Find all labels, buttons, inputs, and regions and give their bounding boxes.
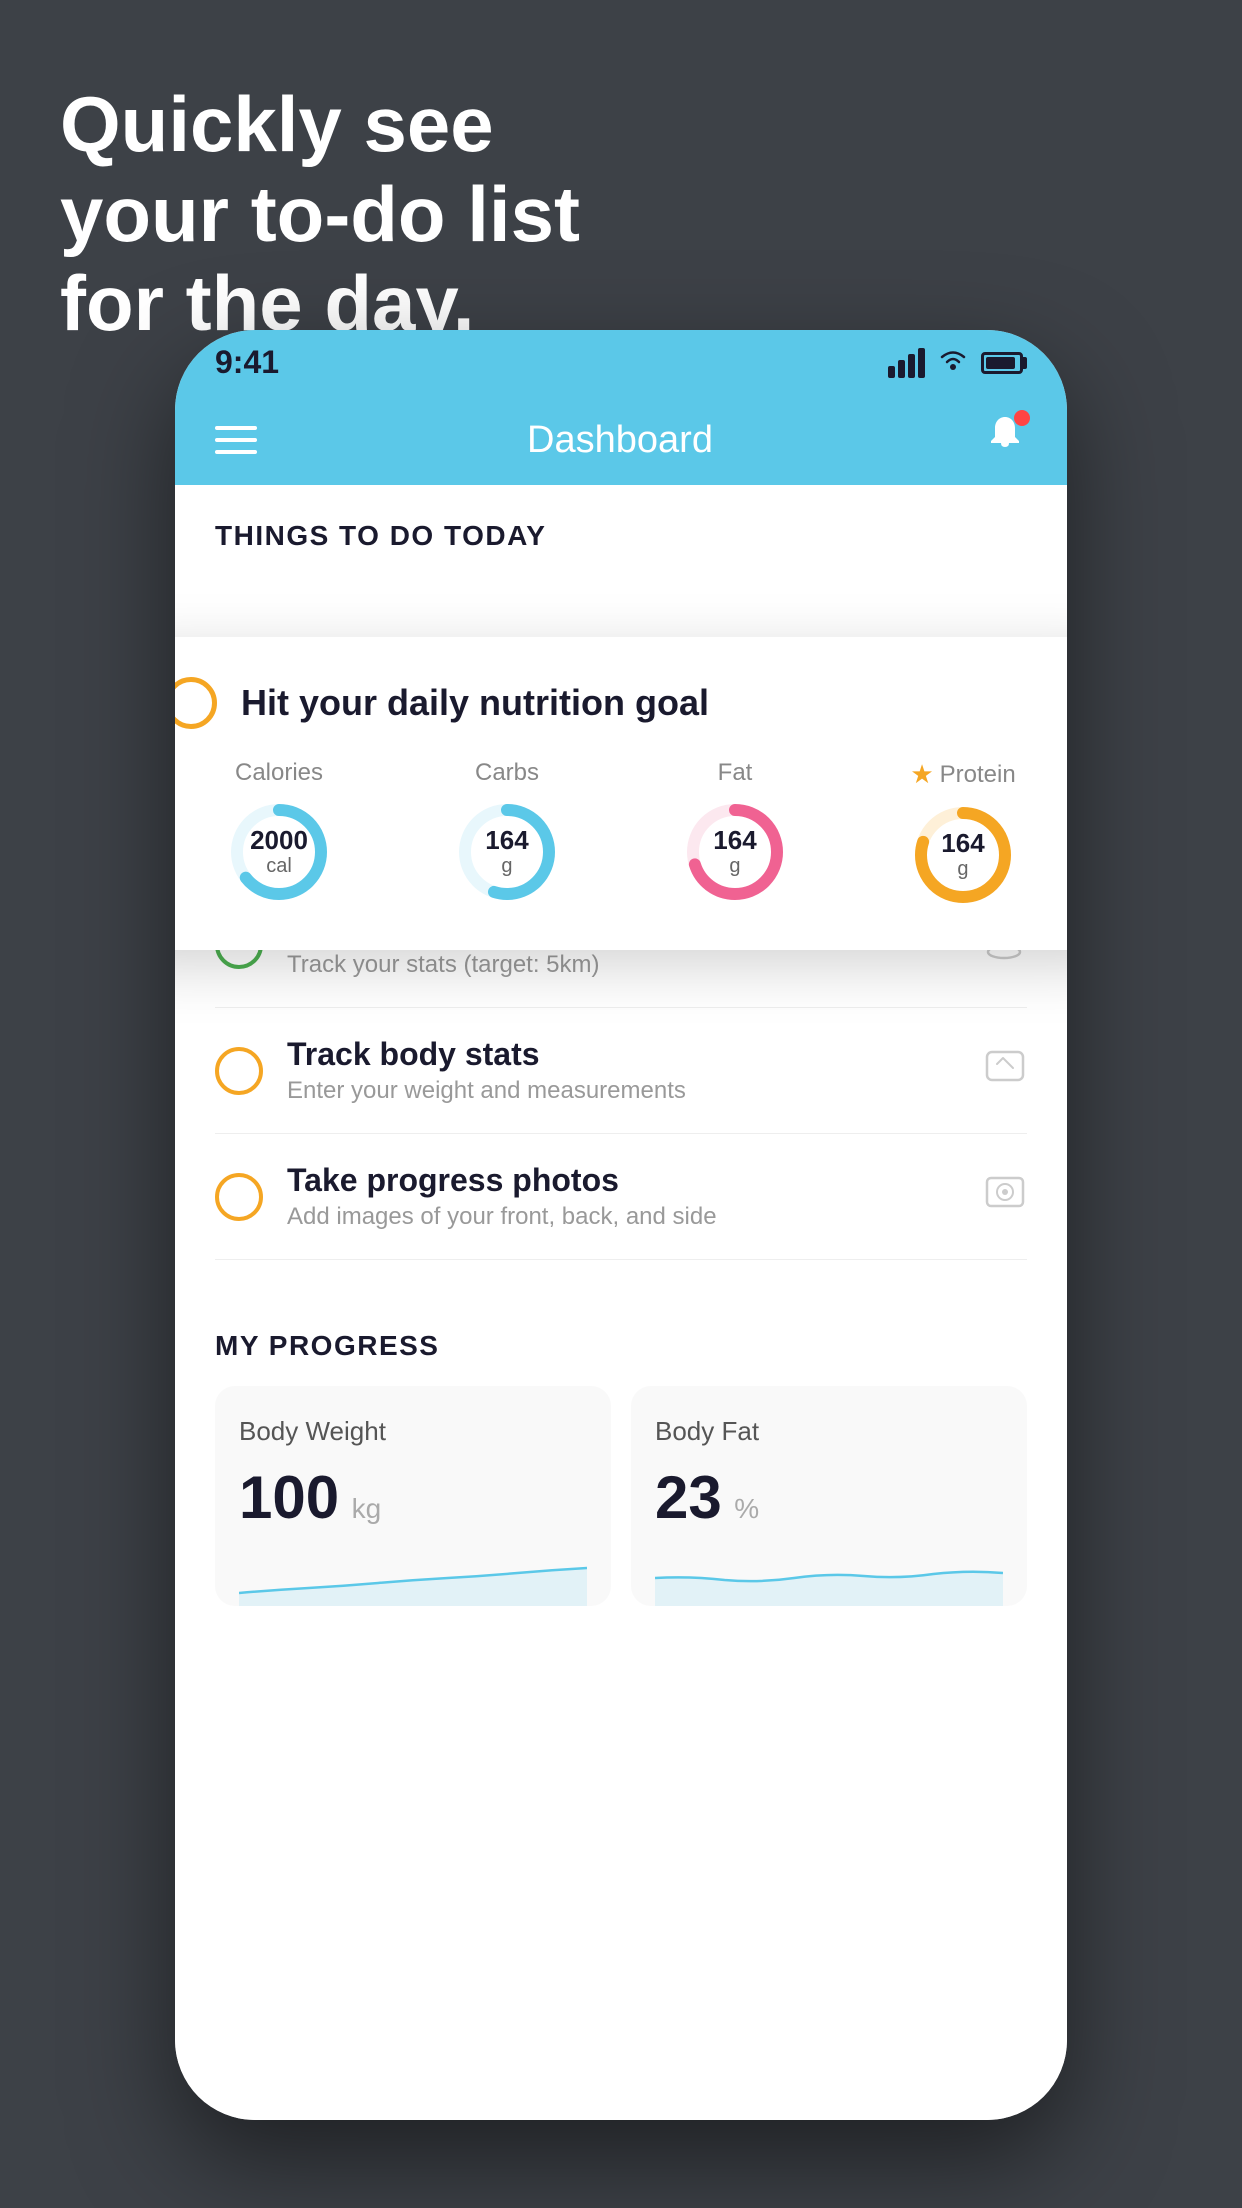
calories-value: 2000 [250,826,308,855]
scale-icon [983,1044,1027,1097]
hamburger-menu[interactable] [215,426,257,454]
protein-label: Protein [940,761,1016,789]
phone-content: THINGS TO DO TODAY Hit your daily nutrit… [175,485,1067,2120]
todo-body-stats[interactable]: Track body stats Enter your weight and m… [215,1008,1027,1134]
progress-photos-title: Take progress photos [287,1162,959,1199]
progress-section: MY PROGRESS Body Weight 100 kg [175,1290,1067,1636]
notification-bell[interactable] [983,413,1027,467]
running-subtitle: Track your stats (target: 5km) [287,951,957,979]
progress-cards: Body Weight 100 kg Body Fat 23 % [215,1386,1027,1606]
signal-icon [888,348,925,378]
fat-donut: 164 g [680,797,790,907]
progress-photos-subtitle: Add images of your front, back, and side [287,1203,959,1231]
protein-unit: g [941,858,984,881]
nav-title: Dashboard [527,419,713,462]
body-weight-unit: kg [352,1493,382,1524]
nutrition-check-circle[interactable] [175,677,217,729]
battery-icon [981,352,1027,374]
nutrition-card: Hit your daily nutrition goal Calories [175,637,1067,950]
calories-donut: 2000 cal [224,797,334,907]
fat-value: 164 [713,826,756,855]
calories-label: Calories [235,759,323,787]
carbs-value: 164 [485,826,528,855]
fat-unit: g [713,855,756,878]
protein-label-row: ★ Protein [910,759,1015,790]
protein-star-icon: ★ [910,759,933,790]
carbs-label: Carbs [475,759,539,787]
status-bar: 9:41 [175,330,1067,395]
body-fat-sparkline [655,1548,1003,1606]
calories-unit: cal [250,855,308,878]
todo-progress-photos[interactable]: Take progress photos Add images of your … [215,1134,1027,1260]
nutrition-fat: Fat 164 g [680,759,790,907]
body-stats-subtitle: Enter your weight and measurements [287,1077,959,1105]
nutrition-card-title: Hit your daily nutrition goal [241,682,709,724]
body-fat-card-title: Body Fat [655,1416,1003,1447]
body-fat-card: Body Fat 23 % [631,1386,1027,1606]
headline-line2: your to-do list [60,170,580,260]
body-fat-unit: % [734,1493,759,1524]
body-weight-sparkline [239,1548,587,1606]
body-weight-card-title: Body Weight [239,1416,587,1447]
body-weight-value: 100 [239,1464,339,1531]
status-icons [888,347,1027,379]
phone-frame: 9:41 [175,330,1067,2120]
headline-line1: Quickly see [60,80,580,170]
carbs-donut: 164 g [452,797,562,907]
photo-icon [983,1170,1027,1223]
body-fat-value: 23 [655,1464,722,1531]
protein-donut: 164 g [908,800,1018,910]
notification-dot [1014,410,1030,426]
nutrition-calories: Calories 2000 cal [224,759,334,907]
nutrition-row: Calories 2000 cal [175,759,1067,910]
body-stats-circle [215,1047,263,1095]
protein-value: 164 [941,829,984,858]
card-header: Hit your daily nutrition goal [175,677,1067,729]
progress-title: MY PROGRESS [215,1330,1027,1362]
fat-label: Fat [718,759,753,787]
things-to-do-header: THINGS TO DO TODAY [175,485,1067,572]
body-stats-text: Track body stats Enter your weight and m… [287,1036,959,1105]
wifi-icon [937,347,969,379]
nav-bar: Dashboard [175,395,1067,485]
progress-photos-circle [215,1173,263,1221]
nutrition-protein: ★ Protein 164 g [908,759,1018,910]
status-time: 9:41 [215,344,279,381]
carbs-unit: g [485,855,528,878]
body-weight-card: Body Weight 100 kg [215,1386,611,1606]
body-stats-title: Track body stats [287,1036,959,1073]
headline: Quickly see your to-do list for the day. [60,80,580,349]
nutrition-carbs: Carbs 164 g [452,759,562,907]
progress-photos-text: Take progress photos Add images of your … [287,1162,959,1231]
